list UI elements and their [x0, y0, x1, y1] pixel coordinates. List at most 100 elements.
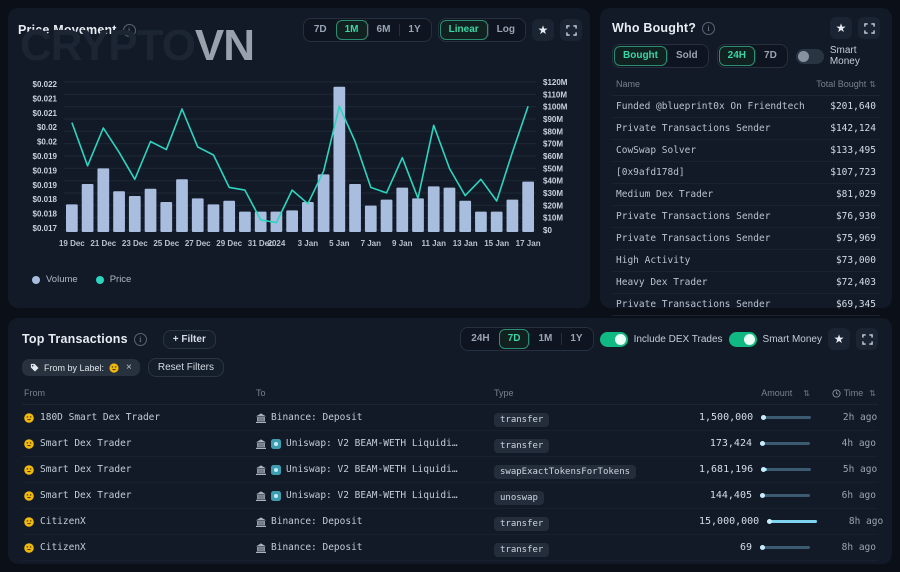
table-row[interactable]: CitizenXBinance: Deposittransfer698h ago: [22, 535, 878, 561]
total-bought-value: $107,723: [830, 167, 876, 178]
table-row[interactable]: Private Transactions Sender$75,969: [612, 228, 880, 250]
clock-icon: [832, 389, 841, 398]
info-icon[interactable]: i: [134, 333, 147, 346]
column-to[interactable]: To: [256, 388, 494, 398]
table-row[interactable]: Private Transactions Sender$142,124: [612, 118, 880, 140]
sort-icon: ⇅: [803, 389, 810, 398]
buyer-name: CowSwap Solver: [616, 145, 696, 156]
legend-dot-icon: [96, 276, 104, 284]
to-address-label: Uniswap: V2 BEAM-WETH Liquidi…: [286, 438, 458, 449]
amount-value: 173,424: [710, 438, 752, 449]
total-bought-value: $81,029: [836, 189, 876, 200]
legend-volume[interactable]: Volume: [32, 274, 78, 285]
favorite-button[interactable]: ★: [532, 19, 554, 41]
tab-log[interactable]: Log: [488, 20, 524, 40]
tab-7d[interactable]: 7D: [755, 46, 786, 66]
buyer-name: Private Transactions Sender: [616, 233, 770, 244]
tx-type-badge: unoswap: [494, 491, 544, 505]
svg-text:$0.019: $0.019: [33, 152, 58, 161]
tab-1y[interactable]: 1Y: [561, 329, 591, 349]
legend-dot-icon: [32, 276, 40, 284]
column-type[interactable]: Type: [494, 388, 699, 398]
money-face-icon: [24, 491, 34, 501]
column-total-bought[interactable]: Total Bought: [816, 79, 866, 89]
expand-button[interactable]: [858, 17, 880, 39]
table-row[interactable]: High Activity$73,000: [612, 250, 880, 272]
tab-7d[interactable]: 7D: [305, 20, 336, 40]
tab-bought[interactable]: Bought: [614, 46, 667, 66]
tab-1m[interactable]: 1M: [529, 329, 561, 349]
amount-value: 1,681,196: [699, 464, 753, 475]
expand-button[interactable]: [856, 328, 878, 350]
bank-icon: [256, 439, 266, 449]
svg-text:$0.019: $0.019: [33, 166, 58, 175]
tab-24h[interactable]: 24H: [462, 329, 498, 349]
tab-7d[interactable]: 7D: [499, 329, 530, 349]
from-by-label-chip[interactable]: From by Label: ×: [22, 359, 140, 376]
svg-text:5 Jan: 5 Jan: [329, 239, 350, 248]
svg-text:$80M: $80M: [543, 127, 563, 136]
info-icon[interactable]: i: [123, 24, 136, 37]
close-icon[interactable]: ×: [126, 362, 132, 373]
who-panel-header: Who Bought? i ★: [612, 17, 880, 39]
price-volume-chart[interactable]: $120M$110M$100M$90M$80M$70M$60M$50M$40M$…: [18, 72, 582, 268]
table-row[interactable]: Heavy Dex Trader $72,403: [612, 272, 880, 294]
svg-text:2024: 2024: [268, 239, 286, 248]
column-time[interactable]: Time⇅: [810, 388, 876, 398]
info-icon[interactable]: i: [702, 22, 715, 35]
to-address-label: Binance: Deposit: [271, 542, 363, 553]
table-row[interactable]: Funded @blueprint0x On Friendtech$201,64…: [612, 96, 880, 118]
table-row[interactable]: Private Transactions Sender$76,930: [612, 206, 880, 228]
svg-text:7 Jan: 7 Jan: [361, 239, 382, 248]
buyer-name: Heavy Dex Trader: [616, 277, 708, 288]
total-bought-value: $72,403: [836, 277, 876, 288]
favorite-button[interactable]: ★: [830, 17, 852, 39]
sort-icon[interactable]: ⇅: [869, 80, 876, 89]
table-row[interactable]: Smart Dex TraderUniswap: V2 BEAM-WETH Li…: [22, 483, 878, 509]
tab-24h[interactable]: 24H: [719, 46, 755, 66]
toggle-switch[interactable]: [729, 332, 757, 347]
who-table-body: Funded @blueprint0x On Friendtech$201,64…: [612, 96, 880, 316]
bank-icon: [256, 465, 266, 475]
table-row[interactable]: Digital Currency Group: MC Vest…MEXC: Di…: [22, 561, 878, 564]
buyer-name: High Activity: [616, 255, 690, 266]
svg-text:$0.021: $0.021: [33, 109, 58, 118]
tx-panel-header: Top Transactions i + Filter 24H7D1M1Y In…: [22, 327, 878, 351]
tab-linear[interactable]: Linear: [440, 20, 488, 40]
tab-sold[interactable]: Sold: [667, 46, 707, 66]
table-row[interactable]: CitizenXBinance: Deposittransfer15,000,0…: [22, 509, 878, 535]
table-row[interactable]: Smart Dex TraderUniswap: V2 BEAM-WETH Li…: [22, 431, 878, 457]
legend-price[interactable]: Price: [96, 274, 132, 285]
expand-button[interactable]: [560, 19, 582, 41]
money-face-icon: [24, 517, 34, 527]
table-row[interactable]: Medium Dex Trader$81,029: [612, 184, 880, 206]
column-from[interactable]: From: [24, 388, 256, 398]
svg-text:$0.019: $0.019: [33, 181, 58, 190]
tab-1m[interactable]: 1M: [336, 20, 368, 40]
chip-label: From by Label:: [44, 363, 104, 373]
buyer-name: Funded @blueprint0x On Friendtech: [616, 101, 805, 112]
price-movement-panel: CRYPTOVN Price Movement i 7D1M6M1Y Linea…: [8, 8, 590, 308]
svg-text:$120M: $120M: [543, 78, 568, 87]
column-amount[interactable]: Amount⇅: [699, 388, 810, 398]
tab-1y[interactable]: 1Y: [399, 20, 429, 40]
reset-filters-button[interactable]: Reset Filters: [148, 358, 224, 377]
table-row[interactable]: Smart Dex TraderUniswap: V2 BEAM-WETH Li…: [22, 457, 878, 483]
amount-bar: [761, 416, 811, 419]
table-row[interactable]: CowSwap Solver$133,495: [612, 140, 880, 162]
price-panel-title: Price Movement: [18, 23, 117, 37]
from-address-label: CitizenX: [40, 516, 86, 527]
favorite-button[interactable]: ★: [828, 328, 850, 350]
table-row[interactable]: Private Transactions Sender$69,345: [612, 294, 880, 316]
toggle-switch[interactable]: [600, 332, 628, 347]
svg-text:25 Dec: 25 Dec: [153, 239, 179, 248]
column-name[interactable]: Name: [616, 79, 640, 89]
toggle-switch[interactable]: [796, 49, 824, 64]
tab-6m[interactable]: 6M: [368, 20, 400, 40]
buyer-name: Private Transactions Sender: [616, 211, 770, 222]
table-row[interactable]: 180D Smart Dex TraderBinance: Deposittra…: [22, 405, 878, 431]
add-filter-button[interactable]: + Filter: [163, 330, 216, 349]
table-row[interactable]: [0x9afd178d]$107,723: [612, 162, 880, 184]
amount-value: 1,500,000: [699, 412, 753, 423]
from-address-label: Smart Dex Trader: [40, 490, 132, 501]
